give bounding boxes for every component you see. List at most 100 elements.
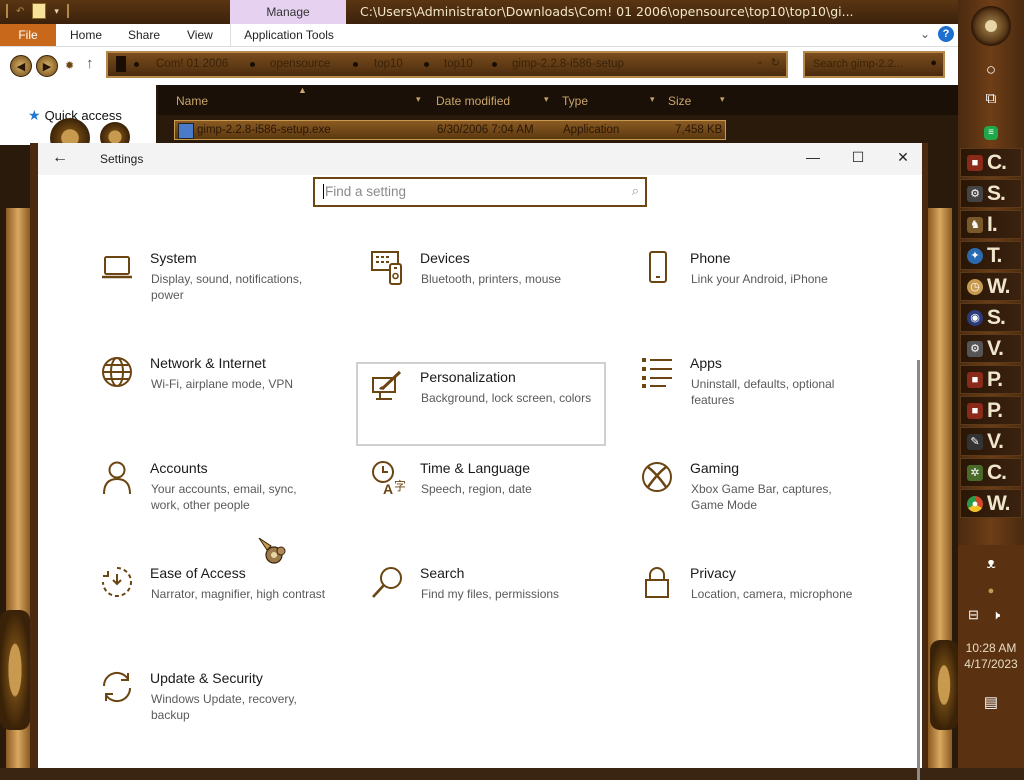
maximize-button[interactable]: ☐ bbox=[848, 149, 868, 166]
taskbar-app-button[interactable]: ■ P. bbox=[960, 365, 1022, 394]
breadcrumb-item[interactable]: opensource bbox=[270, 58, 330, 70]
quick-access-label: Quick access bbox=[44, 108, 122, 123]
category-description: Xbox Game Bar, captures, Game Mode bbox=[691, 482, 832, 512]
taskbar-app-label: V. bbox=[987, 336, 1004, 360]
taskbar-app-button[interactable]: ✦ T. bbox=[960, 241, 1022, 270]
chevron-down-icon[interactable]: ⌄ bbox=[920, 27, 930, 41]
column-date-modified[interactable]: Date modified bbox=[436, 94, 510, 108]
people-icon[interactable]: ᴥ bbox=[980, 555, 1002, 572]
taskbar-app-label: P. bbox=[987, 367, 1003, 391]
breadcrumb-item[interactable]: top10 bbox=[444, 58, 473, 70]
help-icon[interactable]: ? bbox=[938, 26, 954, 42]
undo-icon[interactable]: ↶ bbox=[16, 6, 24, 17]
taskbar-app-button[interactable]: ● W. bbox=[960, 489, 1022, 518]
taskbar-app-button[interactable]: ◷ W. bbox=[960, 272, 1022, 301]
settings-search-input[interactable]: Find a setting ⌕ bbox=[313, 177, 647, 207]
volume-muted-icon[interactable]: 🕨 bbox=[992, 607, 1000, 623]
close-button[interactable]: ✕ bbox=[893, 149, 913, 166]
chevron-down-icon[interactable]: ▾ bbox=[416, 94, 421, 105]
refresh-icon[interactable]: ↻ bbox=[771, 56, 780, 69]
scrollbar[interactable] bbox=[917, 360, 920, 780]
tab-view[interactable]: View bbox=[187, 24, 213, 46]
tab-share[interactable]: Share bbox=[128, 24, 160, 46]
time-language-icon: A字 bbox=[372, 461, 406, 496]
quick-access-toolbar: ↶ ▾ bbox=[6, 3, 69, 19]
settings-category-search[interactable]: Search Find my files, permissions bbox=[370, 565, 620, 647]
task-view-icon[interactable]: ⧉ bbox=[980, 90, 1002, 107]
person-icon bbox=[103, 461, 131, 495]
address-bar-row: ◀ ▶ ✹ ↑ Com! 01 2006 opensource top10 to… bbox=[0, 47, 958, 85]
taskbar-app-button[interactable]: ■ C. bbox=[960, 148, 1022, 177]
clock-date: 4/17/2023 bbox=[964, 657, 1018, 671]
svg-text:字: 字 bbox=[394, 478, 406, 493]
back-button[interactable]: ◀ bbox=[10, 55, 32, 77]
clock[interactable]: 10:28 AM 4/17/2023 bbox=[958, 640, 1024, 672]
gear-icon: ⚙ bbox=[967, 340, 983, 357]
settings-category-update-security[interactable]: Update & Security Windows Update, recove… bbox=[100, 670, 350, 752]
network-icon[interactable]: ⊟ bbox=[968, 607, 979, 623]
taskbar-app-button[interactable]: ♞ I. bbox=[960, 210, 1022, 239]
settings-category-ease-of-access[interactable]: Ease of Access Narrator, magnifier, high… bbox=[100, 565, 350, 647]
apps-list-icon bbox=[642, 358, 672, 388]
category-name: Gaming bbox=[690, 460, 740, 476]
tab-manage[interactable]: Manage bbox=[230, 0, 346, 24]
settings-category-privacy[interactable]: Privacy Location, camera, microphone bbox=[640, 565, 890, 647]
chrome-icon: ● bbox=[967, 495, 983, 512]
ribbon-tabs: File Home Share View Application Tools ⌄… bbox=[0, 24, 958, 47]
taskbar-app-button[interactable]: ✎ V. bbox=[960, 427, 1022, 456]
file-row[interactable]: gimp-2.2.8-i586-setup.exe 6/30/2006 7:04… bbox=[174, 120, 726, 140]
chevron-down-icon[interactable]: ▾ bbox=[544, 94, 549, 105]
settings-category-accounts[interactable]: Accounts Your accounts, email, sync, wor… bbox=[100, 460, 350, 542]
breadcrumb-item[interactable]: top10 bbox=[374, 58, 403, 70]
minimize-button[interactable]: — bbox=[803, 149, 823, 165]
xbox-icon bbox=[642, 462, 672, 492]
category-description: Find my files, permissions bbox=[421, 587, 560, 601]
category-description: Narrator, magnifier, high contrast bbox=[151, 587, 326, 601]
start-button[interactable] bbox=[971, 6, 1011, 46]
taskbar-app-button[interactable]: ✲ C. bbox=[960, 458, 1022, 487]
folder-icon[interactable] bbox=[32, 3, 47, 19]
chevron-down-icon[interactable]: ⌄ bbox=[756, 56, 764, 67]
settings-category-personalization[interactable]: Personalization Background, lock screen,… bbox=[356, 362, 606, 446]
column-name[interactable]: Name bbox=[176, 94, 208, 108]
category-description: Wi-Fi, airplane mode, VPN bbox=[151, 377, 294, 391]
taskbar-app-button[interactable]: ■ P. bbox=[960, 396, 1022, 425]
action-center-icon[interactable]: ▤ bbox=[980, 693, 1002, 711]
chat-icon[interactable]: ≡ bbox=[980, 122, 1002, 140]
tab-home[interactable]: Home bbox=[70, 24, 102, 46]
breadcrumb-item[interactable]: gimp-2.2.8-i586-setup bbox=[512, 58, 624, 70]
category-description: Background, lock screen, colors bbox=[421, 391, 592, 405]
sort-up-icon: ▲ bbox=[298, 85, 307, 95]
back-arrow-icon[interactable]: ← bbox=[52, 149, 68, 167]
settings-category-network[interactable]: Network & Internet Wi-Fi, airplane mode,… bbox=[100, 355, 350, 437]
taskbar-app-button[interactable]: ⚙ S. bbox=[960, 179, 1022, 208]
address-bar[interactable]: Com! 01 2006 opensource top10 top10 gimp… bbox=[106, 51, 788, 78]
breadcrumb-separator bbox=[353, 62, 358, 67]
cortana-icon[interactable]: ○ bbox=[980, 60, 1002, 80]
category-description: Location, camera, microphone bbox=[691, 587, 853, 601]
settings-category-system[interactable]: System Display, sound, notifications, po… bbox=[100, 250, 350, 332]
chevron-down-icon[interactable]: ▾ bbox=[54, 6, 59, 17]
up-arrow-icon[interactable]: ↑ bbox=[86, 55, 94, 72]
tab-file[interactable]: File bbox=[0, 24, 56, 46]
settings-category-phone[interactable]: Phone Link your Android, iPhone bbox=[640, 250, 890, 332]
column-size[interactable]: Size bbox=[668, 94, 691, 108]
chevron-down-icon[interactable]: ▾ bbox=[650, 94, 655, 105]
column-type[interactable]: Type bbox=[562, 94, 588, 108]
globe-icon bbox=[102, 357, 132, 387]
tray-app-icon[interactable]: ● bbox=[980, 585, 1002, 597]
recent-locations-icon[interactable]: ✹ bbox=[65, 59, 74, 72]
taskbar-app-button[interactable]: ⚙ V. bbox=[960, 334, 1022, 363]
tab-application-tools[interactable]: Application Tools bbox=[230, 24, 347, 46]
settings-category-time-language[interactable]: A字 Time & Language Speech, region, date bbox=[370, 460, 620, 542]
forward-button[interactable]: ▶ bbox=[36, 55, 58, 77]
chevron-down-icon[interactable]: ▾ bbox=[720, 94, 725, 105]
taskbar-app-button[interactable]: ◉ S. bbox=[960, 303, 1022, 332]
settings-category-gaming[interactable]: Gaming Xbox Game Bar, captures, Game Mod… bbox=[640, 460, 890, 542]
settings-category-devices[interactable]: Devices Bluetooth, printers, mouse bbox=[370, 250, 620, 332]
settings-category-apps[interactable]: Apps Uninstall, defaults, optional featu… bbox=[640, 355, 890, 437]
gear-decoration bbox=[0, 610, 30, 730]
breadcrumb-item[interactable]: Com! 01 2006 bbox=[156, 58, 228, 70]
explorer-search-input[interactable]: Search gimp-2.2... ● bbox=[803, 51, 945, 78]
phone-icon bbox=[649, 251, 667, 283]
